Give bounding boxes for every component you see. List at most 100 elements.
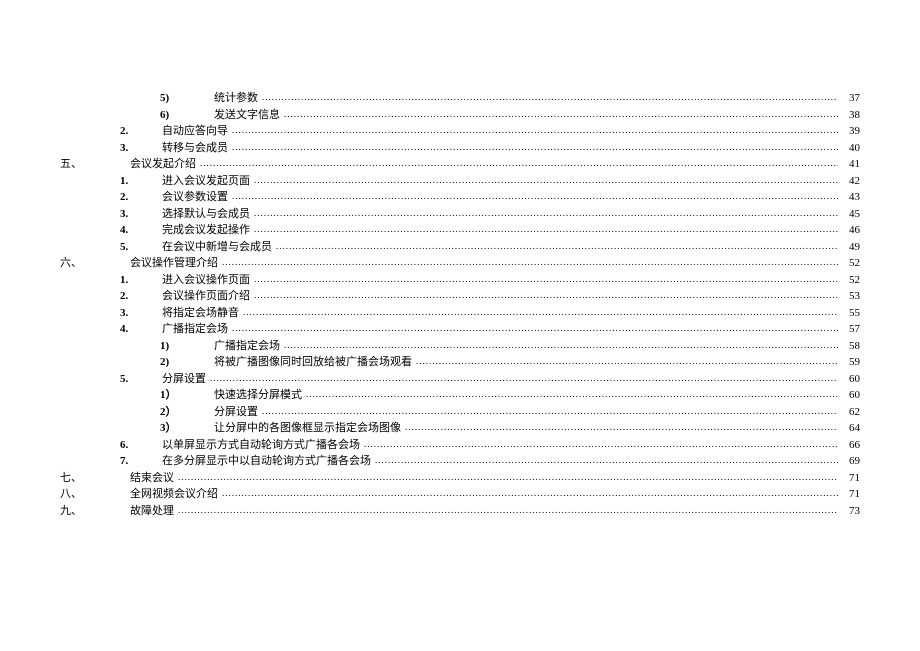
toc-row: 1)广播指定会场58	[60, 338, 860, 355]
toc-leader-dots	[232, 139, 838, 156]
toc-number: 3.	[120, 206, 150, 223]
toc-title: 将指定会场静音	[150, 305, 243, 322]
toc-row: 4.完成会议发起操作 46	[60, 222, 860, 239]
toc-title: 将被广播图像同时回放给被广播会场观看	[200, 354, 416, 371]
toc-page-number: 66	[838, 437, 860, 454]
toc-page-number: 59	[838, 354, 860, 371]
toc-title: 自动应答向导	[150, 123, 232, 140]
toc-number: 3.	[120, 305, 150, 322]
toc-page-number: 71	[838, 470, 860, 487]
toc-page-number: 52	[838, 255, 860, 272]
toc-title: 会议操作页面介绍	[150, 288, 254, 305]
toc-leader-dots	[200, 155, 838, 172]
toc-title: 选择默认与会成员	[150, 206, 254, 223]
toc-title: 进入会议发起页面	[150, 173, 254, 190]
toc-page-number: 55	[838, 305, 860, 322]
toc-title: 会议参数设置	[150, 189, 232, 206]
toc-row: 八、全网视频会议介绍71	[60, 486, 860, 503]
toc-number: 1）	[160, 387, 200, 404]
toc-row: 4.广播指定会场 57	[60, 321, 860, 338]
toc-section-marker: 六、	[60, 255, 90, 272]
toc-section-marker: 八、	[60, 486, 90, 503]
toc-leader-dots	[364, 436, 838, 453]
toc-title: 分屏设置	[150, 371, 210, 388]
toc-title: 完成会议发起操作	[150, 222, 254, 239]
toc-number: 3）	[160, 420, 200, 437]
toc-leader-dots	[284, 337, 838, 354]
toc-leader-dots	[276, 238, 838, 255]
toc-title: 在多分屏显示中以自动轮询方式广播各会场	[150, 453, 375, 470]
toc-number: 2)	[160, 354, 200, 371]
toc-title: 转移与会成员	[150, 140, 232, 157]
toc-leader-dots	[262, 403, 838, 420]
toc-row: 3.选择默认与会成员45	[60, 206, 860, 223]
toc-title: 会议操作管理介绍	[120, 255, 222, 272]
toc-title: 广播指定会场	[200, 338, 284, 355]
toc-title: 故障处理	[120, 503, 178, 520]
toc-leader-dots	[222, 485, 838, 502]
toc-row: 6)发送文字信息38	[60, 107, 860, 124]
toc-leader-dots	[178, 469, 838, 486]
toc-number: 1.	[120, 173, 150, 190]
toc-title: 结束会议	[120, 470, 178, 487]
toc-number: 5)	[160, 90, 200, 107]
toc-page-number: 69	[838, 453, 860, 470]
toc-page-number: 62	[838, 404, 860, 421]
toc-number: 7.	[120, 453, 150, 470]
toc-row: 六、 会议操作管理介绍 52	[60, 255, 860, 272]
toc-title: 统计参数	[200, 90, 262, 107]
toc-page-number: 60	[838, 387, 860, 404]
toc-row: 5.在会议中新增与会成员49	[60, 239, 860, 256]
toc-number: 3.	[120, 140, 150, 157]
toc-title: 广播指定会场	[150, 321, 232, 338]
toc-number: 2.	[120, 123, 150, 140]
toc-number: 2.	[120, 189, 150, 206]
toc-row: 3.将指定会场静音 55	[60, 305, 860, 322]
toc-leader-dots	[254, 221, 838, 238]
toc-number: 4.	[120, 222, 150, 239]
toc-leader-dots	[254, 205, 838, 222]
toc-page-number: 41	[838, 156, 860, 173]
toc-row: 3.转移与会成员40	[60, 140, 860, 157]
toc-number: 5.	[120, 371, 150, 388]
toc-number: 1.	[120, 272, 150, 289]
toc-leader-dots	[254, 287, 838, 304]
toc-page-number: 52	[838, 272, 860, 289]
toc-page-number: 42	[838, 173, 860, 190]
toc-row: 7.在多分屏显示中以自动轮询方式广播各会场 69	[60, 453, 860, 470]
toc-title: 进入会议操作页面	[150, 272, 254, 289]
toc-page-number: 60	[838, 371, 860, 388]
toc-row: 九、故障处理73	[60, 503, 860, 520]
toc-title: 分屏设置	[200, 404, 262, 421]
toc-row: 2.会议操作页面介绍53	[60, 288, 860, 305]
toc-row: 七、 结束会议 71	[60, 470, 860, 487]
toc-section-marker: 九、	[60, 503, 90, 520]
toc-leader-dots	[416, 353, 838, 370]
toc-row: 1.进入会议发起页面 42	[60, 173, 860, 190]
toc-number: 6.	[120, 437, 150, 454]
toc-leader-dots	[178, 502, 838, 519]
toc-title: 会议发起介绍	[120, 156, 200, 173]
toc-leader-dots	[254, 271, 838, 288]
toc-row: 2.自动应答向导39	[60, 123, 860, 140]
toc-title: 快速选择分屏模式	[200, 387, 306, 404]
toc-row: 2)将被广播图像同时回放给被广播会场观看 59	[60, 354, 860, 371]
toc-page-number: 38	[838, 107, 860, 124]
toc-row: 5)统计参数 37	[60, 90, 860, 107]
toc-row: 1.进入会议操作页面 52	[60, 272, 860, 289]
toc-page-number: 43	[838, 189, 860, 206]
toc-page-number: 46	[838, 222, 860, 239]
toc-number: 1)	[160, 338, 200, 355]
toc-leader-dots	[222, 254, 838, 271]
toc-number: 2.	[120, 288, 150, 305]
toc-row: 2）分屏设置62	[60, 404, 860, 421]
toc-row: 3）让分屏中的各图像框显示指定会场图像64	[60, 420, 860, 437]
toc-leader-dots	[405, 419, 838, 436]
toc-title: 发送文字信息	[200, 107, 284, 124]
toc-title: 以单屏显示方式自动轮询方式广播各会场	[150, 437, 364, 454]
toc-page-number: 37	[838, 90, 860, 107]
toc-section-marker: 七、	[60, 470, 90, 487]
toc-page-number: 64	[838, 420, 860, 437]
toc-number: 4.	[120, 321, 150, 338]
toc-page-number: 57	[838, 321, 860, 338]
